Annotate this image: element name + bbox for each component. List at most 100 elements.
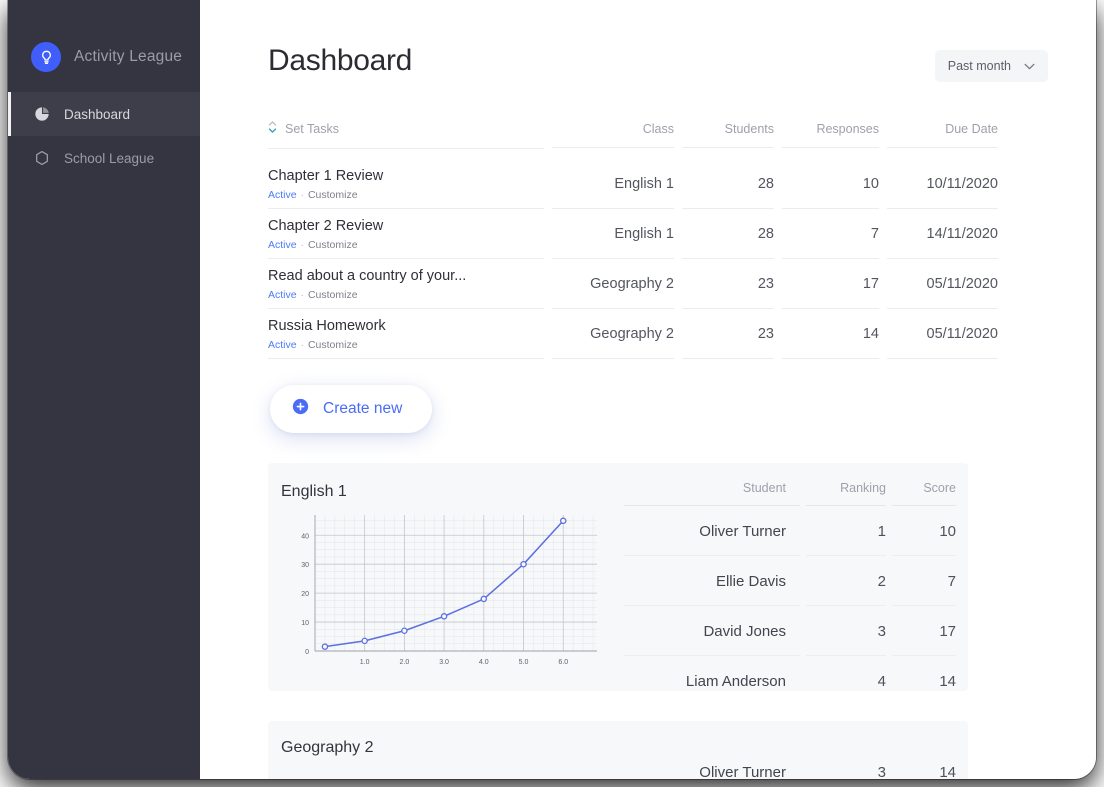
svg-text:0: 0 (305, 649, 309, 656)
student-name-cell: Oliver Turner (618, 506, 800, 556)
class-cell: English 1 (544, 159, 674, 209)
svg-text:2.0: 2.0 (399, 659, 409, 666)
ranking-row[interactable]: Liam Anderson 4 14 (618, 656, 956, 691)
sidebar-item-label: Dashboard (64, 106, 131, 122)
score-cell: 17 (886, 606, 956, 656)
date-range-label: Past month (947, 59, 1011, 73)
ranking-cell: 3 (800, 747, 886, 780)
task-subtitle: Active · Customize (268, 189, 544, 201)
svg-text:3.0: 3.0 (439, 659, 449, 666)
status-badge: Active (268, 288, 297, 301)
task-title: Chapter 1 Review (268, 168, 384, 185)
students-cell: 23 (674, 259, 774, 309)
column-header-score[interactable]: Score (886, 481, 956, 506)
column-header-class[interactable]: Class (544, 122, 674, 148)
sidebar-item-school-league[interactable]: School League (8, 136, 200, 180)
sidebar-nav: Dashboard School League (8, 92, 200, 180)
ranking-cell: 3 (800, 606, 886, 656)
separator-dot: · (300, 238, 305, 251)
svg-text:4.0: 4.0 (479, 659, 489, 666)
task-subtitle: Active · Customize (268, 289, 544, 301)
task-cell[interactable]: Russia Homework Active · Customize (268, 309, 544, 359)
class-cell: Geography 2 (544, 259, 674, 309)
task-subtitle: Active · Customize (268, 339, 544, 351)
task-cell[interactable]: Read about a country of your... Active ·… (268, 259, 544, 309)
status-badge: Active (268, 238, 297, 251)
sort-icon[interactable] (268, 120, 277, 137)
responses-cell: 7 (774, 209, 879, 259)
class-cell: English 1 (544, 209, 674, 259)
score-cell: 7 (886, 556, 956, 606)
svg-text:20: 20 (301, 591, 309, 598)
sidebar-item-dashboard[interactable]: Dashboard (8, 92, 200, 136)
students-cell: 28 (674, 209, 774, 259)
task-cell[interactable]: Chapter 2 Review Active · Customize (268, 209, 544, 259)
class-cell: Geography 2 (544, 309, 674, 359)
task-title: Read about a country of your... (268, 268, 467, 285)
column-header-students[interactable]: Students (674, 122, 774, 148)
ranking-row[interactable]: Oliver Turner 3 14 (618, 747, 956, 780)
score-cell: 14 (886, 747, 956, 780)
ranking-cell: 2 (800, 556, 886, 606)
svg-text:6.0: 6.0 (558, 659, 568, 666)
score-cell: 10 (886, 506, 956, 556)
column-header-due-date[interactable]: Due Date (879, 122, 998, 148)
table-header-row: Set Tasks Class Students Responses Due D… (268, 120, 998, 159)
customize-link[interactable]: Customize (308, 289, 358, 301)
page-header: Dashboard Past month (268, 44, 1048, 82)
class-card-english: English 1 0 10 20 30 40 1.0 2.0 3.0 4.0 5.0 6.0 St… (268, 463, 968, 691)
class-card-geography: Geography 2 Oliver Turner 3 14 (268, 721, 968, 779)
status-badge: Active (268, 338, 297, 351)
student-name-cell: David Jones (618, 606, 800, 656)
separator-dot: · (300, 188, 305, 201)
create-new-button[interactable]: Create new (270, 385, 433, 433)
responses-cell: 10 (774, 159, 879, 209)
hexagon-icon (34, 150, 50, 166)
brand: Activity League (8, 0, 200, 92)
ranking-row[interactable]: Ellie Davis 2 7 (618, 556, 956, 606)
column-header-ranking[interactable]: Ranking (800, 481, 886, 506)
svg-text:40: 40 (301, 533, 309, 540)
task-title: Chapter 2 Review (268, 218, 384, 235)
customize-link[interactable]: Customize (308, 339, 358, 351)
chart-panel: Geography 2 (268, 721, 618, 779)
lightbulb-icon (31, 42, 61, 72)
students-cell: 28 (674, 159, 774, 209)
sidebar: Activity League Dashboard School League (8, 0, 200, 779)
ranking-cell: 1 (800, 506, 886, 556)
table-row[interactable]: Chapter 2 Review Active · Customize Engl… (268, 209, 998, 259)
customize-link[interactable]: Customize (308, 239, 358, 251)
pie-chart-icon (34, 106, 50, 122)
status-badge: Active (268, 188, 297, 201)
chart-panel: English 1 0 10 20 30 40 1.0 2.0 3.0 4.0 5.0 6.0 (268, 463, 618, 691)
column-header-responses[interactable]: Responses (774, 122, 879, 148)
plus-circle-icon (292, 398, 309, 420)
column-header-student[interactable]: Student (618, 481, 800, 506)
main-content: Dashboard Past month Set Tasks Class Stu… (200, 0, 1096, 779)
ranking-row[interactable]: Oliver Turner 1 10 (618, 506, 956, 556)
customize-link[interactable]: Customize (308, 189, 358, 201)
class-card-title: Geography 2 (281, 739, 374, 756)
student-name-cell: Ellie Davis (618, 556, 800, 606)
separator-dot: · (300, 338, 305, 351)
line-chart: 0 10 20 30 40 1.0 2.0 3.0 4.0 5.0 6.0 (281, 507, 611, 677)
table-row[interactable]: Chapter 1 Review Active · Customize Engl… (268, 159, 998, 209)
app-window: Activity League Dashboard School League … (8, 0, 1096, 779)
column-header-set-tasks[interactable]: Set Tasks (268, 120, 544, 149)
class-card-title: English 1 (281, 483, 347, 500)
separator-dot: · (300, 288, 305, 301)
table-row[interactable]: Russia Homework Active · Customize Geogr… (268, 309, 998, 359)
task-cell[interactable]: Chapter 1 Review Active · Customize (268, 159, 544, 209)
ranking-header-row: Student Ranking Score (618, 463, 956, 506)
responses-cell: 14 (774, 309, 879, 359)
date-range-select[interactable]: Past month (934, 50, 1048, 82)
table-row[interactable]: Read about a country of your... Active ·… (268, 259, 998, 309)
set-tasks-table: Set Tasks Class Students Responses Due D… (268, 120, 998, 359)
students-cell: 23 (674, 309, 774, 359)
page-title: Dashboard (268, 44, 413, 77)
student-name-cell: Liam Anderson (618, 656, 800, 691)
due-date-cell: 14/11/2020 (879, 209, 998, 259)
ranking-row[interactable]: David Jones 3 17 (618, 606, 956, 656)
svg-text:1.0: 1.0 (360, 659, 370, 666)
ranking-panel: Student Ranking Score Oliver Turner 1 10… (618, 463, 968, 691)
